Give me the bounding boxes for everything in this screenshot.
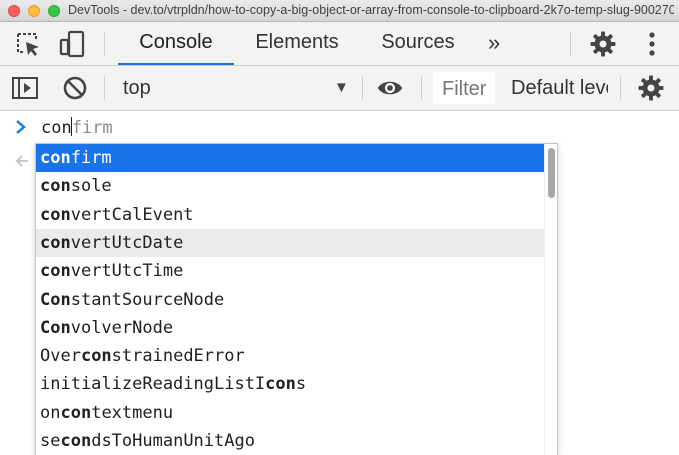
window-minimize-button[interactable] [28, 5, 40, 17]
suggestion-match-text: Con [40, 317, 71, 338]
suggestion-item[interactable]: OverconstrainedError [36, 342, 544, 370]
suggestion-pre-text: se [40, 431, 61, 451]
more-options-kebab-icon[interactable] [638, 30, 666, 58]
devtools-tab-bar: Console Elements Sources » [0, 22, 679, 66]
settings-gear-icon[interactable] [589, 30, 617, 58]
suggestion-post-text: vertCalEvent [70, 204, 194, 225]
result-arrow-icon [14, 154, 30, 173]
suggestion-match-text: con [60, 431, 92, 451]
toolbar-divider [421, 76, 422, 100]
tab-elements[interactable]: Elements [240, 22, 354, 65]
suggestion-match-text: con [40, 232, 71, 253]
window-title: DevTools - dev.to/vtrpldn/how-to-copy-a-… [68, 3, 674, 17]
toolbar-divider [362, 76, 363, 100]
suggestion-match-text: con [265, 374, 296, 395]
execution-context-value: top [123, 77, 151, 99]
execution-context-select[interactable]: top ▼ [110, 66, 360, 110]
suggestion-match-text: con [40, 148, 71, 168]
suggestion-post-text: textmenu [91, 402, 174, 423]
tab-bar-divider [104, 32, 105, 56]
suggestion-post-text: strainedError [111, 346, 245, 367]
suggestion-item[interactable]: console [36, 172, 544, 200]
more-tabs-chevron-icon[interactable]: » [488, 30, 500, 56]
suggestion-item[interactable]: initializeReadingListIcons [36, 370, 544, 398]
suggestion-pre-text: on [40, 402, 61, 423]
window-title-bar: DevTools - dev.to/vtrpldn/how-to-copy-a-… [0, 0, 679, 22]
suggestion-post-text: s [295, 374, 307, 395]
tab-console[interactable]: Console [118, 22, 234, 65]
prompt-chevron-icon [14, 119, 28, 140]
suggestion-post-text: firm [70, 148, 112, 168]
suggestion-match-text: Con [40, 289, 71, 310]
toolbar-divider [620, 76, 621, 100]
suggestion-pre-text: initializeReadingListI [40, 374, 266, 395]
tab-sources[interactable]: Sources [364, 22, 472, 65]
filter-placeholder: Filter [442, 78, 487, 100]
suggestion-post-text: volverNode [70, 317, 174, 338]
suggestion-item[interactable]: oncontextmenu [36, 399, 544, 427]
suggestion-item[interactable]: convertCalEvent [36, 201, 544, 229]
suggestion-item[interactable]: ConstantSourceNode [36, 286, 544, 314]
suggestion-item[interactable]: confirm [36, 144, 544, 172]
window-close-button[interactable] [8, 5, 20, 17]
autocomplete-suggestion-box[interactable]: confirm console convertCalEvent convertUtcD… [35, 143, 558, 455]
toolbar-divider [104, 76, 105, 100]
autocomplete-ghost-text: firm [71, 118, 113, 138]
suggestion-match-text: con [40, 176, 71, 197]
suggestion-match-text: con [40, 261, 71, 282]
clear-console-icon[interactable] [61, 74, 89, 102]
console-prompt-input[interactable]: confirm [41, 117, 113, 141]
suggestion-match-text: con [60, 402, 92, 423]
suggestion-post-text: vertUtcTime [70, 261, 184, 282]
suggestion-item[interactable]: convertUtcDate [36, 228, 544, 257]
suggestion-post-text: stantSourceNode [70, 289, 225, 310]
suggestion-pre-text: Over [40, 346, 81, 367]
scrollbar-thumb[interactable] [548, 148, 555, 198]
log-levels-dropdown[interactable]: Default levels [511, 77, 608, 100]
console-filter-input[interactable]: Filter [433, 72, 495, 104]
suggestion-item[interactable]: convertUtcTime [36, 257, 544, 285]
suggestion-post-text: sole [70, 176, 112, 197]
live-expression-eye-icon[interactable] [376, 74, 404, 102]
console-toolbar: top ▼ Filter Default levels [0, 66, 679, 111]
suggestion-item[interactable]: ConvolverNode [36, 314, 544, 342]
tab-bar-divider [570, 32, 571, 56]
suggestion-scrollbar[interactable] [544, 144, 557, 455]
dropdown-arrow-icon: ▼ [334, 79, 349, 96]
device-toolbar-icon[interactable] [58, 30, 86, 58]
suggestion-post-text: vertUtcDate [70, 232, 184, 253]
suggestion-match-text: con [40, 204, 71, 225]
show-sidebar-icon[interactable] [11, 74, 39, 102]
window-maximize-button[interactable] [48, 5, 60, 17]
suggestion-match-text: con [80, 346, 112, 367]
typed-text: con [41, 118, 72, 138]
inspect-element-icon[interactable] [14, 30, 42, 58]
suggestion-post-text: dsToHumanUnitAgo [91, 431, 255, 451]
suggestion-item[interactable]: secondsToHumanUnitAgo [36, 427, 544, 455]
console-settings-gear-icon[interactable] [637, 74, 665, 102]
